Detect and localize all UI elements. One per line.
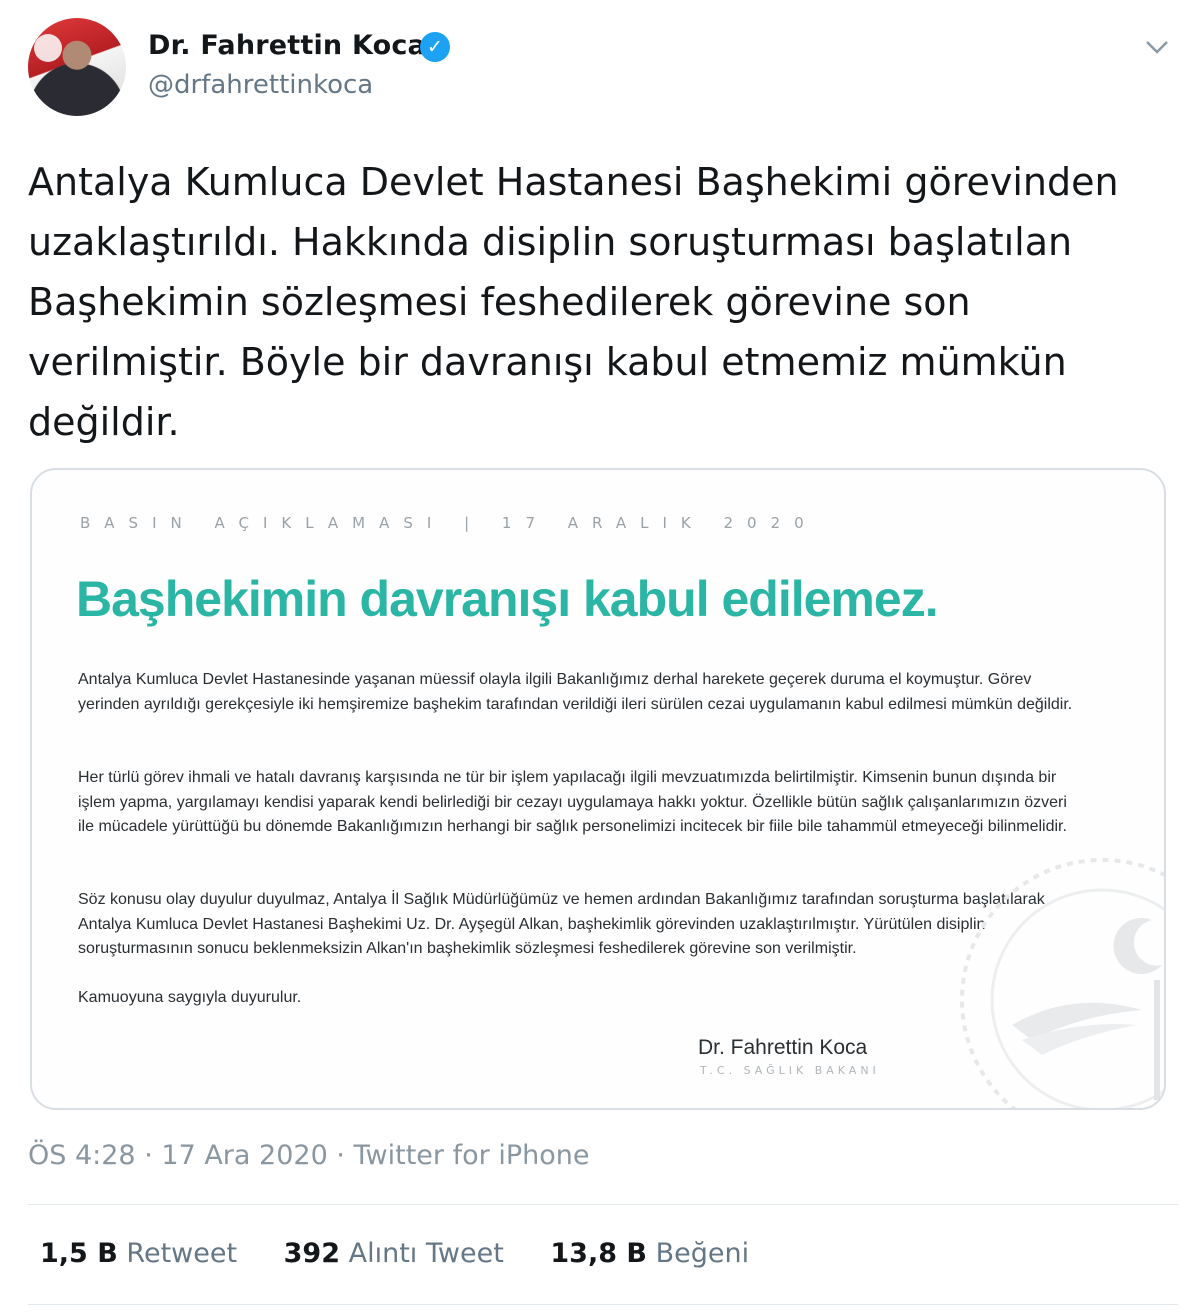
tweet-text: Antalya Kumluca Devlet Hastanesi Başheki… bbox=[28, 160, 1119, 444]
quotes-label: Alıntı Tweet bbox=[348, 1238, 504, 1269]
likes-stat[interactable]: 13,8 B Beğeni bbox=[550, 1238, 749, 1269]
divider bbox=[28, 1204, 1178, 1205]
likes-count: 13,8 B bbox=[550, 1238, 647, 1269]
quote-tweets-stat[interactable]: 392 Alıntı Tweet bbox=[284, 1238, 504, 1269]
chevron-down-icon[interactable] bbox=[1144, 32, 1170, 62]
press-release-paragraph: Antalya Kumluca Devlet Hastanesinde yaşa… bbox=[78, 671, 1073, 713]
press-release-paragraph: Her türlü görev ihmali ve hatalı davranı… bbox=[78, 769, 1067, 835]
meta-separator: · bbox=[336, 1140, 345, 1171]
likes-label: Beğeni bbox=[655, 1238, 750, 1269]
tweet-source[interactable]: Twitter for iPhone bbox=[354, 1140, 590, 1171]
meta-separator: · bbox=[144, 1140, 153, 1171]
avatar-flag-detail bbox=[34, 34, 62, 62]
quotes-count: 392 bbox=[283, 1238, 341, 1269]
tweet-header: Dr. Fahrettin Koca ✓ @drfahrettinkoca bbox=[28, 18, 1178, 118]
tweet-date[interactable]: 17 Ara 2020 bbox=[161, 1140, 327, 1171]
press-release-paragraph: Söz konusu olay duyulur duyulmaz, Antaly… bbox=[78, 891, 1045, 957]
divider bbox=[28, 1304, 1178, 1305]
press-release-paragraph: Kamuoyuna saygıyla duyurulur. bbox=[78, 989, 302, 1006]
verified-badge-icon: ✓ bbox=[420, 32, 450, 62]
retweets-stat[interactable]: 1,5 B Retweet bbox=[40, 1238, 237, 1269]
press-release-headline: Başhekimin davranışı kabul edilemez. bbox=[76, 571, 939, 627]
author-handle[interactable]: @drfahrettinkoca bbox=[148, 70, 373, 100]
retweets-count: 1,5 B bbox=[40, 1238, 118, 1269]
tweet-meta: ÖS 4:28 · 17 Ara 2020 · Twitter for iPho… bbox=[28, 1140, 589, 1171]
author-name[interactable]: Dr. Fahrettin Koca bbox=[148, 30, 426, 61]
tweet-time[interactable]: ÖS 4:28 bbox=[28, 1140, 136, 1171]
signature-name: Dr. Fahrettin Koca bbox=[698, 1036, 868, 1059]
press-release-image[interactable]: BASIN AÇIKLAMASI | 17 ARALIK 2020 Başhek… bbox=[30, 468, 1166, 1110]
tweet-stats: 1,5 B Retweet 392 Alıntı Tweet 13,8 B Be… bbox=[40, 1238, 787, 1269]
author-avatar[interactable] bbox=[28, 18, 126, 116]
signature-title: T.C. SAĞLIK BAKANI bbox=[700, 1064, 880, 1077]
ministry-emblem-watermark bbox=[960, 858, 1164, 1108]
press-release-header: BASIN AÇIKLAMASI | 17 ARALIK 2020 bbox=[80, 514, 818, 532]
retweets-label: Retweet bbox=[126, 1238, 238, 1269]
